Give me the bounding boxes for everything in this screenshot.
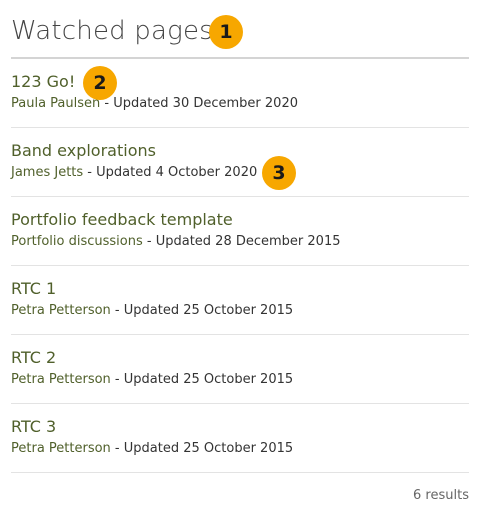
updated-text: - Updated 30 December 2020	[100, 96, 298, 111]
results-count: 6 results	[413, 488, 469, 503]
owner-link[interactable]: James Jetts	[11, 165, 83, 180]
list-item: Portfolio feedback template Portfolio di…	[11, 197, 469, 266]
owner-link[interactable]: Portfolio discussions	[11, 234, 143, 249]
page-meta: James Jetts - Updated 4 October 2020	[11, 165, 257, 180]
updated-text: - Updated 25 October 2015	[110, 303, 294, 318]
watched-pages-block: Watched pages 1 123 Go! Paula Paulsen - …	[0, 0, 496, 514]
watched-pages-list: 123 Go! Paula Paulsen - Updated 30 Decem…	[11, 59, 469, 473]
page-title-link[interactable]: Band explorations	[11, 141, 156, 160]
owner-link[interactable]: Paula Paulsen	[11, 96, 100, 111]
owner-link[interactable]: Petra Petterson	[11, 372, 111, 387]
block-title: Watched pages	[11, 16, 213, 46]
page-meta: Petra Petterson - Updated 25 October 201…	[11, 303, 293, 318]
list-item: Band explorations James Jetts - Updated …	[11, 128, 469, 197]
page-meta: Petra Petterson - Updated 25 October 201…	[11, 372, 293, 387]
page-title-link[interactable]: 123 Go!	[11, 72, 75, 91]
callout-badge-1: 1	[209, 15, 243, 49]
page-title-link[interactable]: RTC 3	[11, 417, 56, 436]
owner-link[interactable]: Petra Petterson	[11, 441, 111, 456]
callout-badge-2: 2	[83, 66, 117, 100]
page-title-link[interactable]: Portfolio feedback template	[11, 210, 233, 229]
list-item: 123 Go! Paula Paulsen - Updated 30 Decem…	[11, 59, 469, 128]
updated-text: - Updated 4 October 2020	[83, 165, 258, 180]
updated-text: - Updated 25 October 2015	[110, 441, 294, 456]
page-title-link[interactable]: RTC 2	[11, 348, 56, 367]
callout-badge-3: 3	[262, 156, 296, 190]
list-item: RTC 1 Petra Petterson - Updated 25 Octob…	[11, 266, 469, 335]
updated-text: - Updated 25 October 2015	[110, 372, 294, 387]
list-item: RTC 3 Petra Petterson - Updated 25 Octob…	[11, 404, 469, 473]
page-meta: Paula Paulsen - Updated 30 December 2020	[11, 96, 298, 111]
page-title-link[interactable]: RTC 1	[11, 279, 56, 298]
page-meta: Portfolio discussions - Updated 28 Decem…	[11, 234, 341, 249]
list-item: RTC 2 Petra Petterson - Updated 25 Octob…	[11, 335, 469, 404]
page-meta: Petra Petterson - Updated 25 October 201…	[11, 441, 293, 456]
owner-link[interactable]: Petra Petterson	[11, 303, 111, 318]
updated-text: - Updated 28 December 2015	[142, 234, 341, 249]
